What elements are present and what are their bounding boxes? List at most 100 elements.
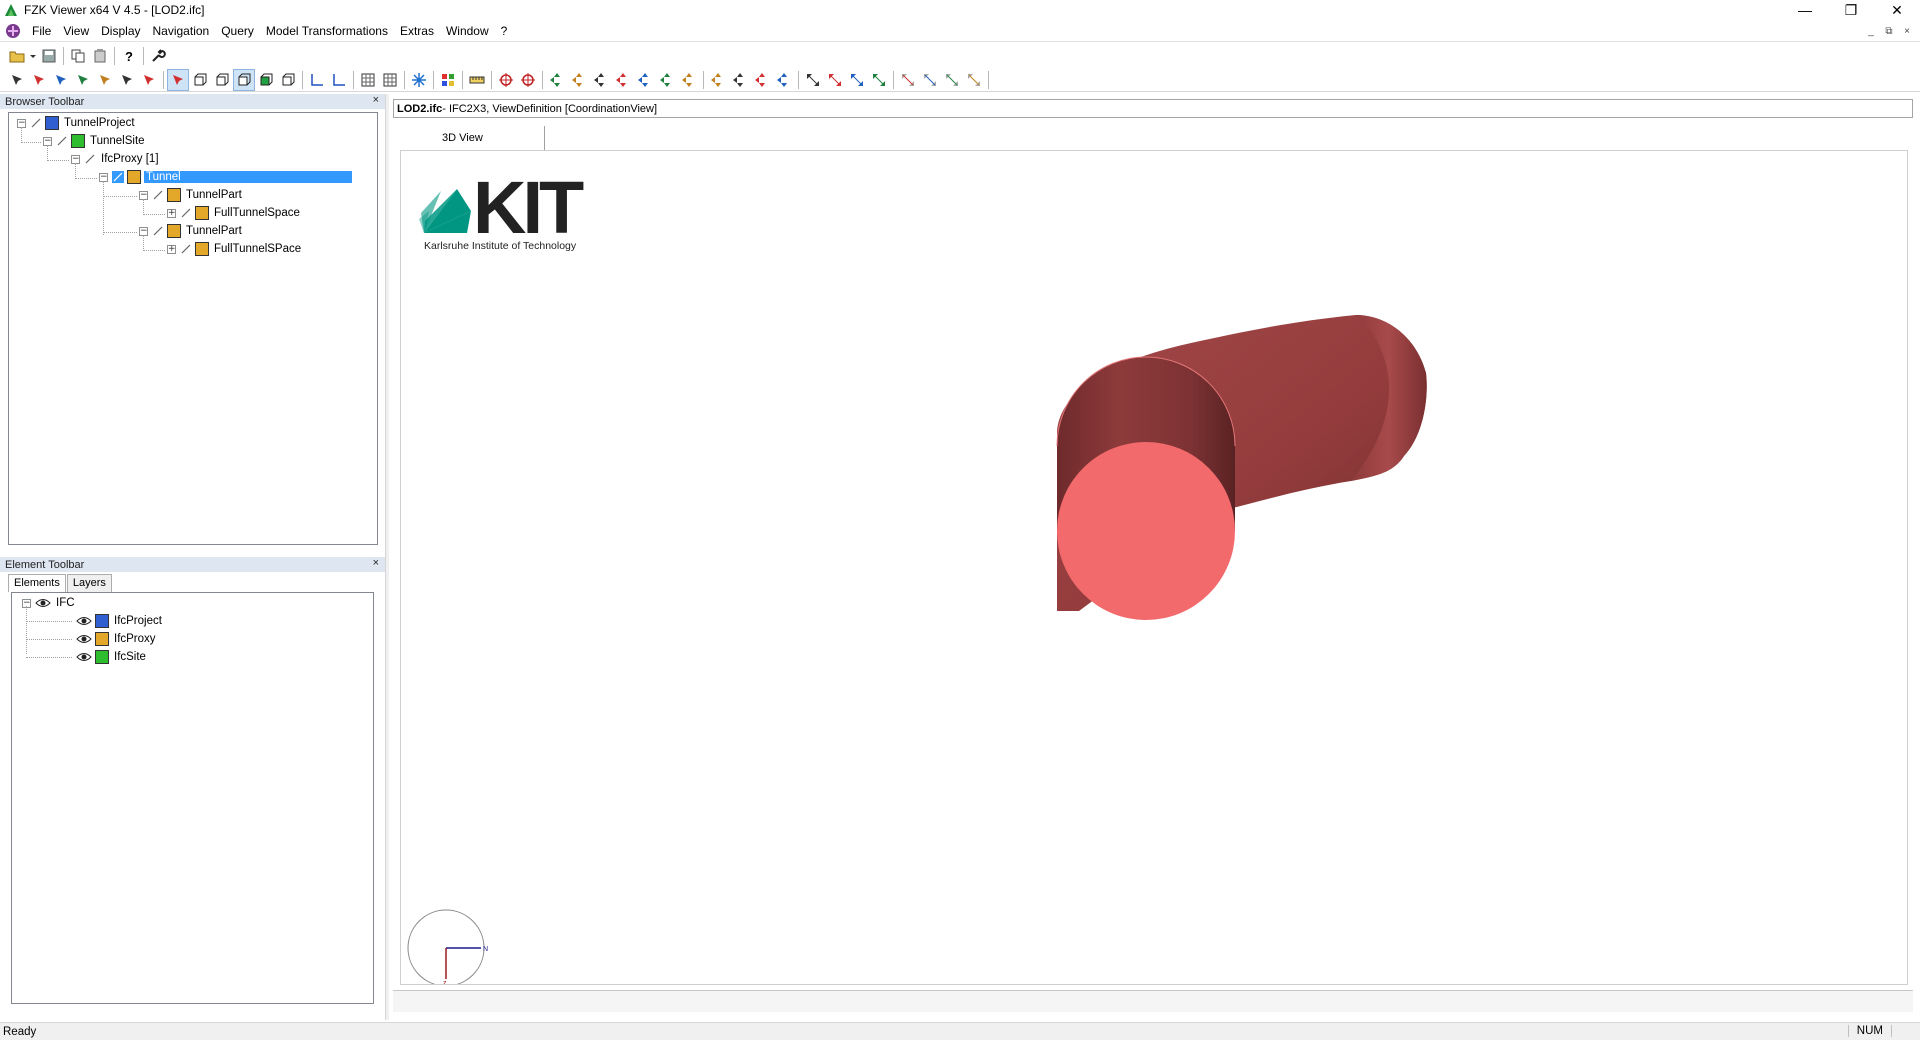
viewport-scroll-area[interactable]: [393, 990, 1913, 1012]
browser-tree-item[interactable]: − TunnelPart: [139, 223, 244, 239]
move-2-button[interactable]: [729, 69, 751, 91]
menu-window[interactable]: Window: [440, 20, 495, 42]
box-green-button[interactable]: [255, 69, 277, 91]
visibility-edit-icon[interactable]: [56, 135, 68, 147]
browser-tree-item[interactable]: + FullTunnelSpace: [167, 205, 302, 221]
fit-view-button[interactable]: [6, 69, 28, 91]
browser-tree-item[interactable]: − TunnelPart: [139, 187, 244, 203]
visibility-edit-icon[interactable]: [84, 153, 96, 165]
restore-button[interactable]: ❐: [1828, 0, 1874, 20]
move-4-button[interactable]: [773, 69, 795, 91]
box-top-button[interactable]: [277, 69, 299, 91]
copy-button[interactable]: [67, 45, 89, 67]
browser-tree[interactable]: − TunnelProject − TunnelSite − IfcProxy [1] − T…: [8, 112, 378, 545]
close-button[interactable]: ✕: [1874, 0, 1920, 20]
shrink-3-button[interactable]: [941, 69, 963, 91]
mdi-minimize-button[interactable]: _: [1862, 24, 1880, 38]
open-dropdown-button[interactable]: [28, 45, 38, 67]
axis-xy-button[interactable]: [306, 69, 328, 91]
eye-icon[interactable]: [76, 633, 92, 645]
visibility-edit-icon[interactable]: [180, 243, 192, 255]
move-1-button[interactable]: [707, 69, 729, 91]
3d-scene[interactable]: KIT Karlsruhe Institute of Technology N …: [401, 151, 1908, 985]
element-tree-item[interactable]: IfcProxy: [72, 631, 158, 647]
splitter[interactable]: [385, 94, 389, 1020]
tunnel-model[interactable]: [1056, 315, 1427, 620]
nav-arrows-6-button[interactable]: [656, 69, 678, 91]
help-button[interactable]: ?: [118, 45, 140, 67]
nav-arrows-7-button[interactable]: [678, 69, 700, 91]
element-tree-item[interactable]: − IFC: [22, 595, 77, 611]
nav-arrows-3-button[interactable]: [590, 69, 612, 91]
3d-viewport[interactable]: KIT Karlsruhe Institute of Technology N …: [400, 150, 1908, 985]
menu-model-transformations[interactable]: Model Transformations: [260, 20, 394, 42]
visibility-edit-icon[interactable]: [152, 225, 164, 237]
flag-button[interactable]: [379, 69, 401, 91]
shrink-4-button[interactable]: [963, 69, 985, 91]
fly-button[interactable]: [116, 69, 138, 91]
ruler-button[interactable]: [466, 69, 488, 91]
browser-tree-item[interactable]: − TunnelProject: [17, 115, 137, 131]
browser-tree-item[interactable]: − Tunnel: [99, 169, 352, 185]
palette-button[interactable]: [437, 69, 459, 91]
virus-button[interactable]: [517, 69, 539, 91]
eye-icon[interactable]: [35, 597, 51, 609]
nav-arrows-4-button[interactable]: [612, 69, 634, 91]
browser-tree-item[interactable]: − IfcProxy [1]: [71, 151, 161, 167]
eye-icon[interactable]: [76, 651, 92, 663]
open-button[interactable]: [6, 45, 28, 67]
tab-elements[interactable]: Elements: [8, 574, 66, 592]
tunnel-front-face[interactable]: [1057, 442, 1235, 620]
box-front-button[interactable]: [189, 69, 211, 91]
nav-arrows-1-button[interactable]: [546, 69, 568, 91]
eye-icon[interactable]: [76, 615, 92, 627]
shrink-2-button[interactable]: [919, 69, 941, 91]
menu-help[interactable]: ?: [495, 20, 514, 42]
zoom-walk-button[interactable]: [94, 69, 116, 91]
document-icon[interactable]: [4, 22, 22, 40]
menu-extras[interactable]: Extras: [394, 20, 440, 42]
element-tree-item[interactable]: IfcProject: [72, 613, 164, 629]
visibility-edit-icon[interactable]: [180, 207, 192, 219]
target-button[interactable]: [495, 69, 517, 91]
menu-navigation[interactable]: Navigation: [147, 20, 216, 42]
visibility-edit-icon[interactable]: [152, 189, 164, 201]
select-arrow-button[interactable]: [28, 69, 50, 91]
element-tree[interactable]: − IFC IfcProject IfcProxy IfcSite: [11, 592, 374, 1004]
visibility-edit-icon[interactable]: [112, 171, 124, 183]
axis-compass[interactable]: N z: [407, 909, 488, 985]
mdi-close-button[interactable]: ×: [1898, 24, 1916, 38]
orbit-active-button[interactable]: [167, 68, 189, 91]
axis-xz-button[interactable]: [328, 69, 350, 91]
browser-tree-item[interactable]: − TunnelSite: [43, 133, 147, 149]
visibility-edit-icon[interactable]: [30, 117, 42, 129]
snowflake-button[interactable]: [408, 69, 430, 91]
menu-file[interactable]: File: [26, 20, 57, 42]
settings-button[interactable]: [147, 45, 169, 67]
box-iso-active-button[interactable]: [233, 68, 255, 91]
menu-query[interactable]: Query: [215, 20, 260, 42]
element-tree-item[interactable]: IfcSite: [72, 649, 148, 665]
paste-button[interactable]: [89, 45, 111, 67]
shrink-1-button[interactable]: [897, 69, 919, 91]
expand-4-button[interactable]: [868, 69, 890, 91]
mdi-restore-button[interactable]: ⧉: [1880, 24, 1898, 38]
move-3-button[interactable]: [751, 69, 773, 91]
menu-display[interactable]: Display: [95, 20, 146, 42]
rotate-button[interactable]: [50, 69, 72, 91]
browser-tree-item[interactable]: + FullTunnelSPace: [167, 241, 303, 257]
expand-2-button[interactable]: [824, 69, 846, 91]
expand-icon[interactable]: +: [167, 244, 176, 254]
browser-close-icon[interactable]: ×: [373, 94, 379, 106]
menu-view[interactable]: View: [57, 20, 95, 42]
minimize-button[interactable]: —: [1782, 0, 1828, 20]
element-close-icon[interactable]: ×: [373, 557, 379, 569]
tab-3d-view[interactable]: 3D View: [402, 126, 545, 150]
tab-layers[interactable]: Layers: [66, 574, 112, 592]
expand-1-button[interactable]: [802, 69, 824, 91]
save-button[interactable]: [38, 45, 60, 67]
nav-arrows-2-button[interactable]: [568, 69, 590, 91]
grid-button[interactable]: [357, 69, 379, 91]
expand-3-button[interactable]: [846, 69, 868, 91]
nav-arrows-5-button[interactable]: [634, 69, 656, 91]
